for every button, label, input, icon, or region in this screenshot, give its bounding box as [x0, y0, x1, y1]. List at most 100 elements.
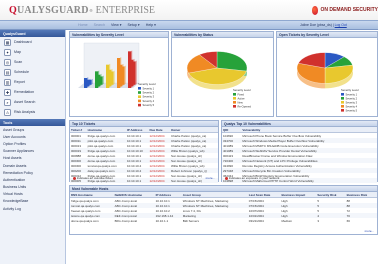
sidebar-item-scan[interactable]: ◎ Scan — [0, 57, 65, 67]
scan-icon: ◎ — [4, 58, 11, 66]
legend-title: Severity Level — [233, 88, 251, 92]
qualysguard-logo[interactable]: QUALYSGUARD ® ENTERPRISE — [9, 4, 155, 16]
sidebar-nav: ▦ Dashboard ✦ Map ◎ Scan ▤ Schedule ▥ Report ✚ Reme… — [0, 37, 65, 117]
legend-label: Severity 2 — [346, 96, 358, 100]
top-navbar: Home Search View ▾ Setup ▾ Help ▾ Joline… — [0, 20, 378, 30]
tools-item-user-accounts[interactable]: User Accounts — [0, 133, 65, 140]
sidebar-item-dashboard[interactable]: ▦ Dashboard — [0, 37, 65, 47]
sidebar-item-risk-analysis[interactable]: ⚠ Risk Analysis — [0, 107, 65, 117]
table-cell[interactable]: BFG-Comp-local — [114, 218, 155, 223]
sidebar-item-label: Map — [14, 50, 21, 54]
sidebar-item-label: Report — [14, 80, 25, 84]
sidebar-item-label: Risk Analysis — [14, 110, 36, 114]
legend-swatch — [341, 109, 344, 112]
sidebar-item-label: Asset Search — [14, 100, 36, 104]
partner-text: ON DEMAND SECURITY — [320, 7, 378, 13]
legend-swatch — [341, 93, 344, 96]
table-cell: 03/21/2004 — [248, 218, 264, 223]
table-cell: 10.10.1.1 — [155, 218, 169, 223]
bar-2-3 — [121, 66, 125, 85]
tools-item-business-units[interactable]: Business Units — [0, 184, 65, 191]
sidebar-item-schedule[interactable]: ▤ Schedule — [0, 67, 65, 77]
top-tickets-panel: Top 10 Tickets Ticket # Hostname IP Addres… — [69, 120, 219, 184]
legend-swatch — [138, 99, 141, 103]
menu-home[interactable]: Home — [78, 23, 88, 27]
bar-2-4 — [132, 61, 136, 85]
tools-item-host-assets[interactable]: Host Assets — [0, 155, 65, 162]
top-vulns-panel: Qualys Top 10 Vulnerabilities QID Vulnera… — [221, 120, 378, 184]
legend-swatch — [138, 91, 141, 94]
severity-bar-chart: Severity LevelSeverity 1Severity 2Severi… — [78, 42, 156, 107]
legend-swatch — [233, 105, 236, 108]
dashboard-main: Vulnerabilities by Severity Level Severi… — [67, 31, 378, 264]
tools-item-asset-groups[interactable]: Asset Groups — [0, 126, 65, 133]
table-cell: 3 — [317, 218, 320, 223]
tools-item-authentication[interactable]: Authentication — [0, 176, 65, 183]
partner-logo: ON DEMAND SECURITY — [312, 5, 378, 15]
tickets-more-link[interactable]: more... — [206, 176, 215, 180]
table-cell: 10.10.10.1 — [125, 178, 149, 184]
table-row[interactable]: dome.qa.qualys.com BFG-Comp-local 10.10.1.… — [70, 218, 377, 223]
status-pie-panel: Vulnerabilities by Status Severity Level… — [171, 31, 274, 117]
sidebar-item-label: Remediation — [14, 90, 35, 94]
app-header: QUALYSGUARD ® ENTERPRISE ON DEMAND SECURI… — [0, 0, 378, 20]
legend-label: Severity 5 — [346, 108, 358, 112]
map-icon: ✦ — [4, 48, 11, 56]
legend-label: Severity 4 — [143, 99, 155, 103]
tools-item-remediation-policy[interactable]: Remediation Policy — [0, 169, 65, 176]
asset-search-icon: ⌕ — [4, 98, 11, 106]
table-cell: 66 — [346, 218, 350, 223]
tools-item-knowledgebase[interactable]: KnowledgeBase — [0, 198, 65, 205]
legend-swatch — [138, 103, 141, 107]
bar-side-2-4 — [135, 60, 137, 85]
tools-item-option-profiles[interactable]: Option Profiles — [0, 140, 65, 147]
user-name: Joline Doe (pbsz_ds) | — [300, 23, 334, 27]
tools-item-activity-log[interactable]: Activity Log — [0, 205, 65, 212]
vulns-table: QID Vulnerability 104690 Microsoft Phone B… — [222, 127, 377, 184]
sidebar-item-asset-search[interactable]: ⌕ Asset Search — [0, 97, 65, 107]
tools-item-scanner-appliances[interactable]: Scanner Appliances — [0, 148, 65, 155]
tools-list: Asset Groups User Accounts Option Profiles… — [0, 126, 65, 212]
legend-label: Severity 5 — [143, 103, 155, 107]
vulnerable-hosts-panel: Most Vulnerable Hosts DNS Hostname NetBIO… — [69, 185, 378, 235]
legend-swatch — [341, 97, 344, 100]
legend-label: Re-Opened — [238, 104, 252, 108]
bar-2-2 — [110, 71, 114, 85]
open-tickets-pie-chart: Severity LevelSeverity 1Severity 2Severi… — [296, 52, 359, 112]
bar-side-2-2 — [113, 70, 115, 85]
logo-trademark: ® — [89, 7, 93, 13]
legend-label: Severity 4 — [346, 104, 358, 108]
sidebar: QualysGuard ▦ Dashboard ✦ Map ◎ Scan ▤ Schedule… — [0, 30, 66, 264]
sidebar-item-report[interactable]: ▥ Report — [0, 77, 65, 87]
legend-label: Severity 2 — [143, 91, 155, 95]
legend-swatch — [233, 97, 236, 100]
pie-slice-0 — [216, 51, 248, 72]
legend-swatch — [233, 101, 236, 104]
bar-side-2-3 — [124, 65, 126, 85]
menu-view[interactable]: View ▾ — [111, 23, 122, 27]
table-cell: dome.qa.qualys.com — [71, 218, 99, 223]
tools-item-virtual-hosts[interactable]: Virtual Hosts — [0, 191, 65, 198]
table-cell: Bldi Servers — [182, 218, 199, 223]
legend-label: Active — [238, 96, 246, 100]
legend-label: Fixed — [238, 92, 245, 96]
hosts-more-link[interactable]: more... — [365, 229, 374, 233]
sidebar-header: QualysGuard — [0, 30, 65, 37]
vulns-footnote-text: Indicates an exposure in your network — [228, 176, 280, 180]
tickets-footnote: Indicates an overdue ticket — [73, 176, 113, 180]
hosts-table: DNS Hostname NetBIOS Hostname IP Address As… — [70, 192, 377, 223]
dashboard-icon: ▦ — [4, 38, 11, 46]
logout-link[interactable]: Log Out — [335, 23, 347, 27]
risk-analysis-icon: ⚠ — [4, 108, 11, 116]
sidebar-item-remediation[interactable]: ✚ Remediation — [0, 87, 65, 97]
open-tickets-pie-panel: Open Tickets by Severity Level Severity … — [276, 31, 378, 117]
tools-item-domain-assets[interactable]: Domain Assets — [0, 162, 65, 169]
vulns-footnote: Indicates an exposure in your network — [225, 176, 279, 180]
menu-setup[interactable]: Setup ▾ — [128, 23, 140, 27]
legend-swatch — [138, 87, 141, 90]
sidebar-item-map[interactable]: ✦ Map — [0, 47, 65, 57]
menu-help[interactable]: Help ▾ — [146, 23, 156, 27]
main-menu: Home Search View ▾ Setup ▾ Help ▾ — [78, 23, 156, 27]
menu-search[interactable]: Search — [94, 23, 105, 27]
tools-header: Tools — [0, 119, 65, 126]
